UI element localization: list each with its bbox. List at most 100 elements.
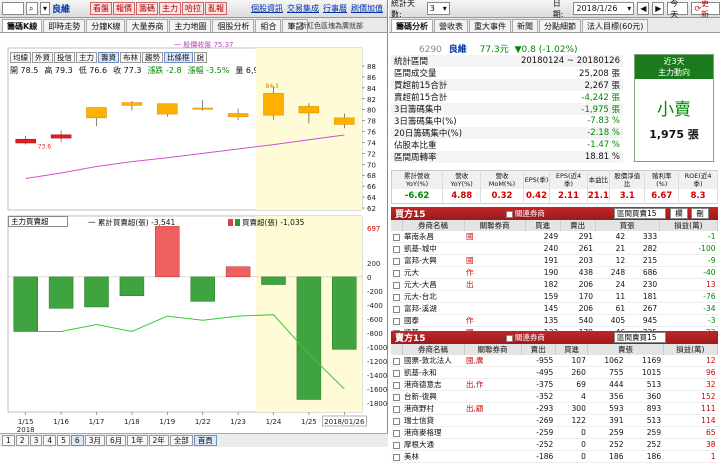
col-header[interactable]: 買進 xyxy=(555,344,589,355)
sell-range-select[interactable]: 區間賣買15 xyxy=(614,332,666,343)
right-tab-1[interactable]: 營收表 xyxy=(434,19,468,32)
sub-legend-bar-text: 買賣超(張) -1,035 xyxy=(242,218,305,227)
checkbox-icon[interactable] xyxy=(393,417,400,425)
checkbox-icon[interactable] xyxy=(393,441,400,449)
table-row[interactable]: 華南永昌國 249 291 42 333 -1 xyxy=(391,231,718,243)
refresh-button[interactable]: ⟳ 更新 xyxy=(691,0,720,19)
col-header[interactable]: 券商名稱 xyxy=(402,220,465,231)
zoom-button-7[interactable]: 6月 xyxy=(105,435,127,446)
table-row[interactable]: 元大-台北 159 170 11 181 -76 xyxy=(391,290,718,303)
right-tab-0[interactable]: 籌碼分析 xyxy=(391,19,433,32)
cell: 12 xyxy=(595,254,628,267)
checkbox-icon[interactable] xyxy=(393,269,400,277)
right-tab-4[interactable]: 分點細節 xyxy=(539,19,581,32)
zoom-button-3[interactable]: 4 xyxy=(43,435,57,446)
checkbox-icon[interactable] xyxy=(393,305,400,313)
col-header[interactable]: 賣出 xyxy=(560,220,596,231)
checkbox-icon[interactable] xyxy=(393,393,400,401)
table-row[interactable]: 摩根大通 -252 0 252 252 38 xyxy=(391,438,718,451)
zoom-button-9[interactable]: 2年 xyxy=(148,435,169,446)
cell: 國,廣 xyxy=(464,355,522,367)
table-row[interactable]: 凱基-城中 240 261 21 282 -100 xyxy=(391,242,718,255)
buy-range-select[interactable]: 區間買賣15 xyxy=(614,208,666,219)
zoom-button-4[interactable]: 5 xyxy=(57,435,70,446)
cell: 1015 xyxy=(625,366,664,379)
metric-header: 殖利率(%) xyxy=(644,170,680,189)
metric-header: 營收MoM(%) xyxy=(480,170,524,189)
today-button[interactable]: 今天 xyxy=(667,0,689,19)
stat-row: 20日籌碼集中(%) -2.18 % xyxy=(391,127,623,139)
right-tab-5[interactable]: 法人目標(60元) xyxy=(582,19,649,32)
checkbox-icon[interactable] xyxy=(393,257,400,265)
col-header[interactable]: 賣出 xyxy=(521,344,556,355)
right-tab-2[interactable]: 重大事件 xyxy=(469,19,511,32)
table-row[interactable]: 元大-大昌出 182 206 24 230 13 xyxy=(391,278,718,291)
candle xyxy=(86,107,107,119)
cell: 170 xyxy=(560,290,596,303)
right-tab-3[interactable]: 新聞 xyxy=(512,19,538,32)
delete-button[interactable]: 刪 xyxy=(691,208,709,219)
checkbox-icon[interactable] xyxy=(393,233,400,241)
checkbox-icon[interactable] xyxy=(393,357,400,365)
checkbox-icon[interactable] xyxy=(393,453,400,461)
table-row[interactable]: 富邦-大興國 191 203 12 215 -9 xyxy=(391,254,718,267)
col-header[interactable]: 買進 xyxy=(525,220,561,231)
checkbox-icon[interactable] xyxy=(393,429,400,437)
checkbox-icon[interactable] xyxy=(393,369,400,377)
zoom-button-11[interactable]: 首頁 xyxy=(193,435,217,446)
sub-tick-label: 200 xyxy=(367,260,380,268)
col-header[interactable]: 損益(萬) xyxy=(663,344,719,355)
col-header[interactable]: 賣張 xyxy=(587,344,664,355)
checkbox-icon[interactable] xyxy=(393,293,400,301)
broker-name: 元大-大昌 xyxy=(402,278,464,291)
checkbox-icon[interactable] xyxy=(393,317,400,325)
col-header[interactable]: 買張 xyxy=(595,220,660,231)
table-row[interactable]: 國票-敦北法人 國,廣 -955 107 1062 1169 12 xyxy=(391,355,718,367)
date-label: 1/16 xyxy=(53,418,69,426)
table-row[interactable]: 港商德意志 出,作 -375 69 444 513 32 xyxy=(391,378,718,391)
date-label: 2018/01/26 xyxy=(324,418,365,426)
cell: 755 xyxy=(587,366,626,379)
stat-row: 賣超前15合計 -4,242 張 xyxy=(391,91,623,103)
sell-header: 賣方15 關連券商 區間賣買15 xyxy=(391,331,718,344)
col-header[interactable]: 關聯券商 xyxy=(464,344,522,355)
table-row[interactable]: 港商麥格理 -259 0 259 259 65 xyxy=(391,426,718,439)
col-header[interactable]: 券商名稱 xyxy=(402,344,465,355)
zoom-button-10[interactable]: 全部 xyxy=(169,435,193,446)
prev-day-button[interactable]: ◀ xyxy=(637,2,650,15)
cell: -34 xyxy=(659,302,718,315)
calendar-dropdown-icon: ▾ xyxy=(627,4,632,13)
table-row[interactable]: 美林 -186 0 186 186 1 xyxy=(391,450,718,463)
table-row[interactable]: 台新-復興 -352 4 356 360 152 xyxy=(391,390,718,403)
col-header[interactable]: 關聯券商 xyxy=(464,220,526,231)
zoom-button-1[interactable]: 2 xyxy=(15,435,29,446)
days-select[interactable]: 3 ▾ xyxy=(426,2,450,15)
zoom-button-5[interactable]: 6 xyxy=(70,435,84,446)
next-day-button[interactable]: ▶ xyxy=(652,2,665,15)
zoom-button-6[interactable]: 3月 xyxy=(84,435,105,446)
table-row[interactable]: 元大作 190 438 248 686 -40 xyxy=(391,266,718,279)
sub-tick-label: -800 xyxy=(367,330,383,338)
price-tick-label: 80 xyxy=(367,107,376,115)
column-button[interactable]: 欄 xyxy=(670,208,688,219)
checkbox-icon[interactable] xyxy=(393,381,400,389)
table-row[interactable]: 國泰作 135 540 405 945 -3 xyxy=(391,314,718,327)
sub-indicator-select[interactable]: 主力買賣超 xyxy=(8,216,68,227)
checkbox-icon[interactable] xyxy=(505,210,513,218)
candle xyxy=(50,134,72,139)
table-row[interactable]: 凱基-永和 -495 260 755 1015 96 xyxy=(391,366,718,379)
zoom-button-2[interactable]: 3 xyxy=(29,435,43,446)
table-row[interactable]: 瑞士信貸 -269 122 391 513 114 xyxy=(391,414,718,427)
stat-value: 2,267 張 xyxy=(584,81,620,91)
checkbox-icon[interactable] xyxy=(505,334,513,342)
col-header[interactable]: 損益(萬) xyxy=(659,220,719,231)
zoom-button-8[interactable]: 1年 xyxy=(127,435,148,446)
checkbox-icon[interactable] xyxy=(393,281,400,289)
checkbox-icon[interactable] xyxy=(393,405,400,413)
checkbox-icon[interactable] xyxy=(393,245,400,253)
table-row[interactable]: 港商野村 出,顧 -293 300 593 893 111 xyxy=(391,402,718,415)
zoom-button-0[interactable]: 1 xyxy=(2,435,15,446)
cell xyxy=(464,390,522,403)
date-picker[interactable]: 2018/1/26 ▾ xyxy=(573,2,635,15)
table-row[interactable]: 富邦-溪湖 145 206 61 267 -34 xyxy=(391,302,718,315)
